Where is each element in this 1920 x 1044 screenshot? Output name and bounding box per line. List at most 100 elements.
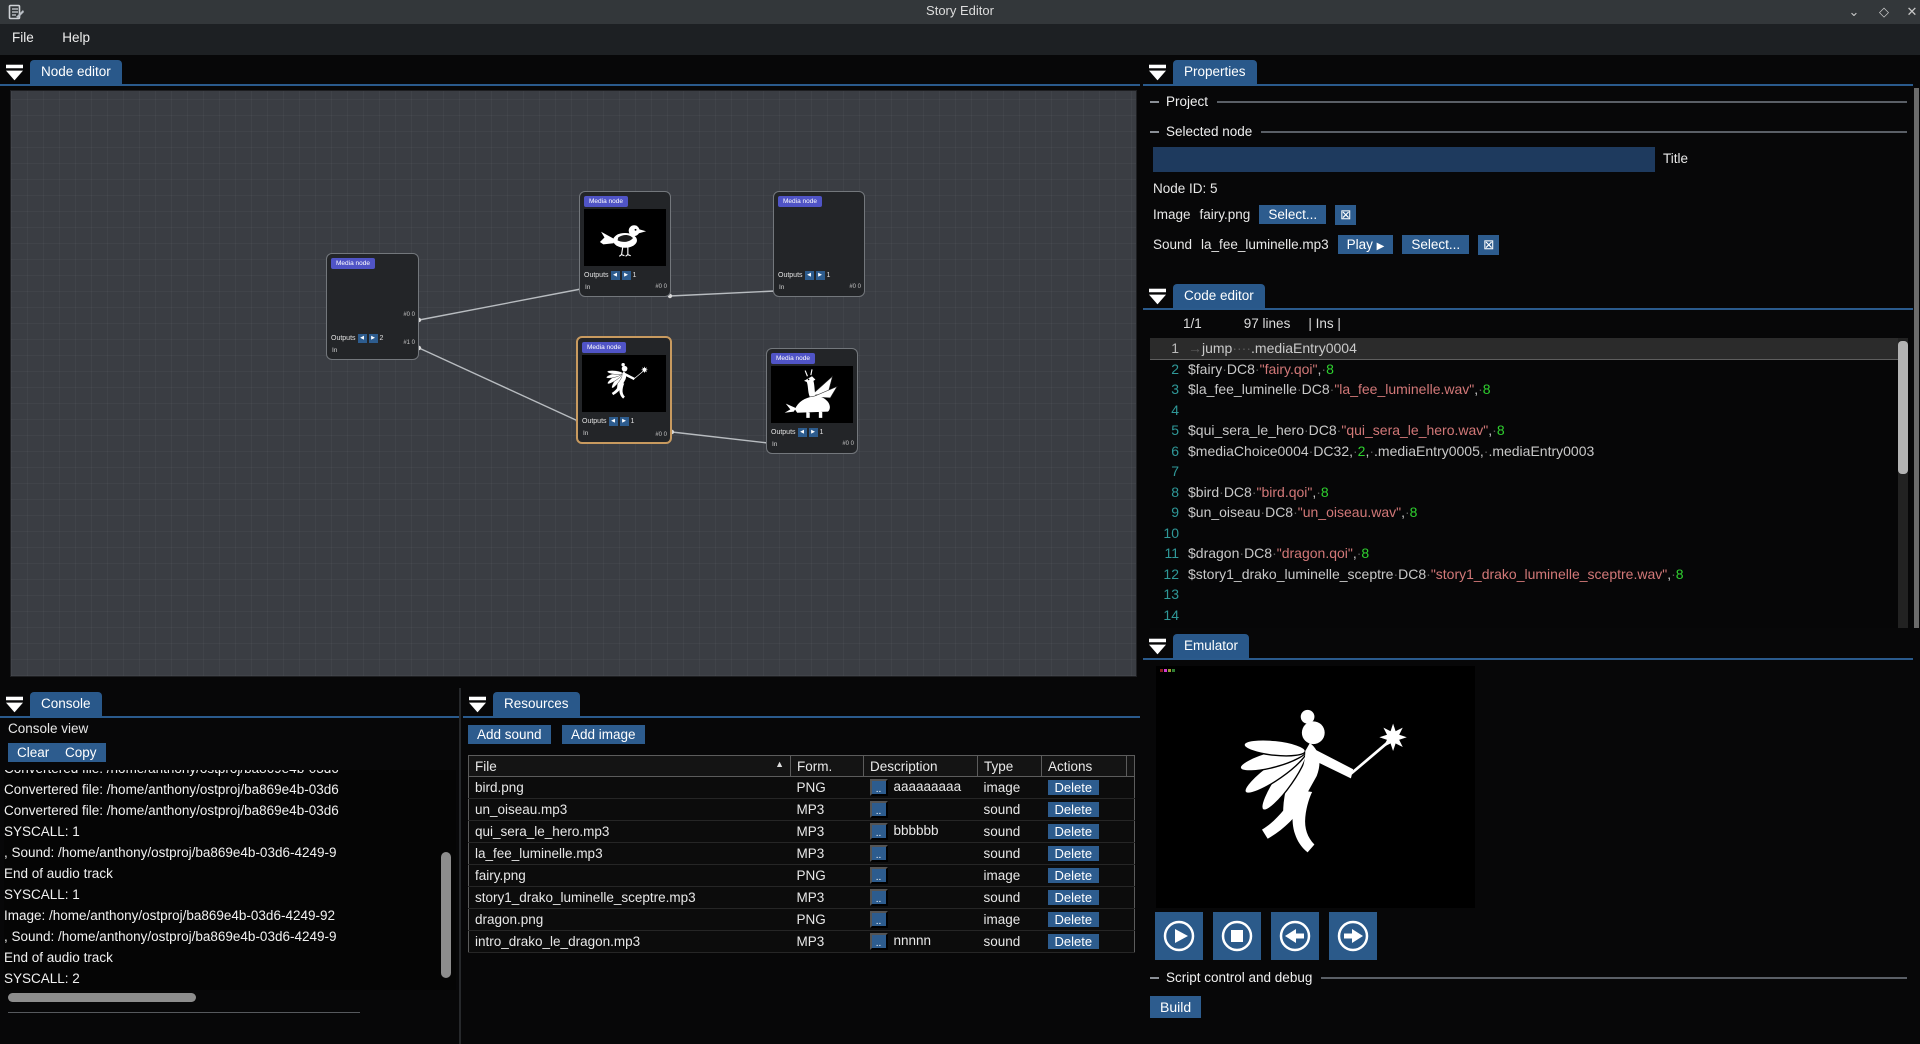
code-line[interactable]: 7 <box>1150 461 1908 482</box>
code-line[interactable]: 4 <box>1150 400 1908 421</box>
resource-row: dragon.pngPNG..imageDelete <box>469 909 1135 931</box>
column-description[interactable]: Description <box>864 756 978 777</box>
node-title-badge: Media node <box>584 196 628 207</box>
tab-properties[interactable]: Properties <box>1173 60 1257 84</box>
collapse-icon[interactable] <box>1149 638 1166 655</box>
description-edit-button[interactable]: .. <box>870 933 888 950</box>
description-edit-button[interactable]: .. <box>870 823 888 840</box>
outputs-count: 2 <box>380 335 384 342</box>
column-type[interactable]: Type <box>978 756 1042 777</box>
description-edit-button[interactable]: .. <box>870 911 888 928</box>
description-edit-button[interactable]: .. <box>870 889 888 906</box>
add-sound-button[interactable]: Add sound <box>468 725 551 744</box>
emulator-stop-button[interactable] <box>1213 912 1261 960</box>
sound-select-button[interactable]: Select... <box>1402 235 1469 254</box>
code-line[interactable]: 5$qui_sera_le_hero·DC8·"qui_sera_le_hero… <box>1150 420 1908 441</box>
collapse-icon[interactable] <box>469 696 486 713</box>
sound-clear-icon[interactable]: ⊠ <box>1478 235 1499 255</box>
code-line[interactable]: 8$bird·DC8·"bird.qoi",·8 <box>1150 482 1908 503</box>
emulator-play-button[interactable] <box>1155 912 1203 960</box>
code-line[interactable]: 15 Special Text Transition <box>1150 625 1908 628</box>
image-select-button[interactable]: Select... <box>1259 205 1326 224</box>
code-editor-text[interactable]: 1→jump····.mediaEntry00042$fairy·DC8·"fa… <box>1150 338 1908 628</box>
column-actions[interactable]: Actions <box>1042 756 1127 777</box>
console-horizontal-scrollbar[interactable] <box>8 993 196 1002</box>
node-connection[interactable] <box>672 432 768 443</box>
code-line[interactable]: 2$fairy·DC8·"fairy.qoi",·8 <box>1150 359 1908 380</box>
output-next-icon[interactable]: ▶ <box>369 334 378 343</box>
output-next-icon[interactable]: ▶ <box>622 271 631 280</box>
close-icon[interactable]: ✕ <box>1901 3 1920 21</box>
code-token: DC8 <box>1265 504 1293 520</box>
output-prev-icon[interactable]: ◀ <box>358 334 367 343</box>
description-edit-button[interactable]: .. <box>870 867 888 884</box>
sound-play-button[interactable]: Play ▶ <box>1338 235 1394 254</box>
story-node[interactable]: Media nodeOutputs◀▶2In#0 0#1 0 <box>326 253 419 360</box>
tab-console[interactable]: Console <box>30 692 102 716</box>
node-connection[interactable] <box>670 291 775 296</box>
code-line[interactable]: 6$mediaChoice0004·DC32,·2,·.mediaEntry00… <box>1150 441 1908 462</box>
description-edit-button[interactable]: .. <box>870 845 888 862</box>
node-connection[interactable] <box>419 348 578 421</box>
output-prev-icon[interactable]: ◀ <box>798 428 807 437</box>
console-vertical-scrollbar[interactable] <box>441 852 451 978</box>
node-title-input[interactable] <box>1153 147 1655 172</box>
collapse-icon[interactable] <box>1149 288 1166 305</box>
code-line[interactable]: 11$dragon·DC8·"dragon.qoi",·8 <box>1150 543 1908 564</box>
node-connection[interactable] <box>419 289 581 320</box>
code-line[interactable]: 14 <box>1150 605 1908 626</box>
resource-actions: Delete <box>1042 909 1127 931</box>
collapse-icon[interactable] <box>1149 64 1166 81</box>
story-node[interactable]: Media nodeOutputs◀▶1In#0 0 <box>579 191 671 297</box>
story-node[interactable]: Media nodeOutputs◀▶1In#0 0 <box>766 348 858 454</box>
tab-emulator[interactable]: Emulator <box>1173 634 1249 658</box>
menu-help[interactable]: Help <box>50 24 102 51</box>
delete-button[interactable]: Delete <box>1048 912 1100 927</box>
image-clear-icon[interactable]: ⊠ <box>1335 205 1356 225</box>
delete-button[interactable]: Delete <box>1048 890 1100 905</box>
build-button[interactable]: Build <box>1150 996 1201 1018</box>
code-line[interactable]: 1→jump····.mediaEntry0004 <box>1150 338 1908 359</box>
emulator-step-forward-button[interactable] <box>1329 912 1377 960</box>
console-clear-button[interactable]: Clear <box>8 743 58 762</box>
add-image-button[interactable]: Add image <box>562 725 645 744</box>
collapse-icon[interactable] <box>6 696 23 713</box>
delete-button[interactable]: Delete <box>1048 824 1100 839</box>
output-prev-icon[interactable]: ◀ <box>611 271 620 280</box>
column-file[interactable]: File ▲ <box>469 756 791 777</box>
code-line[interactable]: 13 <box>1150 584 1908 605</box>
delete-button[interactable]: Delete <box>1048 802 1100 817</box>
code-line[interactable]: 9$un_oiseau·DC8·"un_oiseau.wav",·8 <box>1150 502 1908 523</box>
delete-button[interactable]: Delete <box>1048 846 1100 861</box>
code-line[interactable]: 12$story1_drako_luminelle_sceptre·DC8·"s… <box>1150 564 1908 585</box>
description-edit-button[interactable]: .. <box>870 779 888 796</box>
code-line[interactable]: 10 <box>1150 523 1908 544</box>
output-prev-icon[interactable]: ◀ <box>609 417 618 426</box>
output-prev-icon[interactable]: ◀ <box>805 271 814 280</box>
node-outputs-row: Outputs◀▶1 <box>778 271 830 280</box>
panel-splitter[interactable] <box>459 688 461 1044</box>
minimize-icon[interactable]: ⌄ <box>1843 3 1865 21</box>
story-node[interactable]: Media nodeOutputs◀▶1In#0 0 <box>773 191 865 297</box>
output-next-icon[interactable]: ▶ <box>620 417 629 426</box>
story-node[interactable]: Media nodeOutputs◀▶1In#0 0 <box>576 336 672 444</box>
code-scrollbar-thumb[interactable] <box>1898 341 1908 474</box>
maximize-icon[interactable]: ◇ <box>1873 3 1895 21</box>
description-edit-button[interactable]: .. <box>870 801 888 818</box>
collapse-icon[interactable] <box>6 64 23 81</box>
code-line[interactable]: 3$la_fee_luminelle·DC8·"la_fee_luminelle… <box>1150 379 1908 400</box>
console-copy-button[interactable]: Copy <box>56 743 106 762</box>
tab-code-editor[interactable]: Code editor <box>1173 284 1265 308</box>
node-editor-canvas[interactable]: Media nodeOutputs◀▶2In#0 0#1 0 Media node… <box>10 90 1137 677</box>
column-format[interactable]: Form. <box>791 756 864 777</box>
output-next-icon[interactable]: ▶ <box>816 271 825 280</box>
right-panel-scrollbar[interactable] <box>1914 88 1919 628</box>
delete-button[interactable]: Delete <box>1048 934 1100 949</box>
delete-button[interactable]: Delete <box>1048 780 1100 795</box>
delete-button[interactable]: Delete <box>1048 868 1100 883</box>
tab-resources[interactable]: Resources <box>493 692 580 716</box>
tab-node-editor[interactable]: Node editor <box>30 60 122 84</box>
menu-file[interactable]: File <box>0 24 46 51</box>
output-next-icon[interactable]: ▶ <box>809 428 818 437</box>
emulator-step-back-button[interactable] <box>1271 912 1319 960</box>
